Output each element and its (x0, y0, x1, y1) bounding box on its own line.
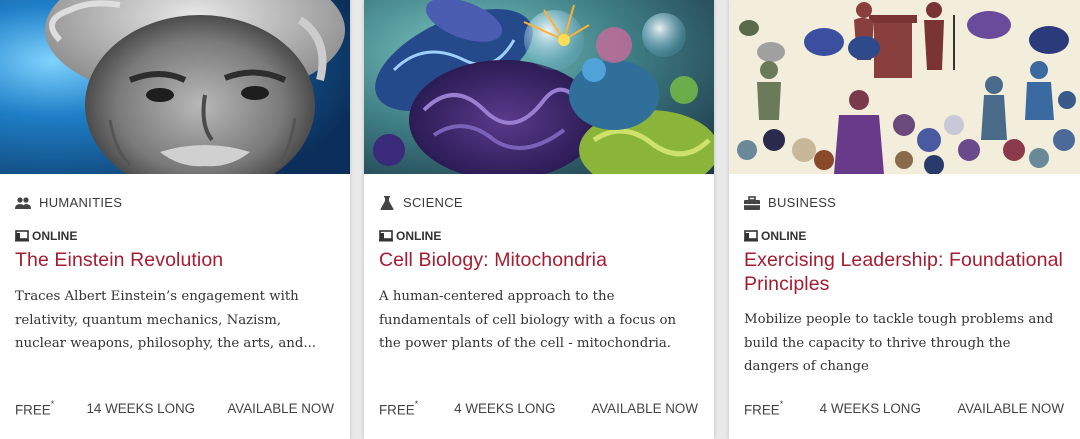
course-duration: 14 WEEKS LONG (86, 401, 196, 416)
course-format: ONLINE (15, 229, 77, 243)
group-icon (15, 196, 31, 210)
course-meta: FREE* 4 WEEKS LONG AVAILABLE NOW (744, 399, 1064, 418)
course-format: ONLINE (744, 229, 806, 243)
course-title[interactable]: Cell Biology: Mitochondria (379, 248, 702, 272)
course-image-leadership[interactable] (729, 0, 1080, 174)
course-price-label: FREE (744, 402, 780, 418)
course-duration: 4 WEEKS LONG (454, 401, 556, 416)
course-availability: AVAILABLE NOW (227, 401, 334, 416)
course-format-label: ONLINE (32, 229, 78, 243)
course-duration: 4 WEEKS LONG (819, 401, 921, 416)
course-subject: SCIENCE (379, 195, 463, 210)
course-format: ONLINE (379, 229, 441, 243)
course-subject: HUMANITIES (15, 195, 122, 210)
course-subject-label: HUMANITIES (39, 195, 123, 210)
course-format-label: ONLINE (396, 229, 442, 243)
price-footnote-marker: * (779, 399, 784, 409)
course-meta: FREE* 4 WEEKS LONG AVAILABLE NOW (379, 399, 698, 418)
course-format-label: ONLINE (761, 229, 807, 243)
course-price: FREE* (744, 399, 784, 418)
online-course-icon (15, 230, 29, 242)
course-price-label: FREE (15, 402, 51, 418)
course-subject-label: SCIENCE (403, 195, 463, 210)
course-price-label: FREE (379, 402, 415, 418)
course-description: A human-centered approach to the fundame… (379, 289, 677, 351)
price-footnote-marker: * (414, 399, 419, 409)
course-description: Mobilize people to tackle tough problems… (744, 312, 1054, 374)
course-image-einstein[interactable] (0, 0, 350, 174)
course-card-mitochondria[interactable]: SCIENCE ONLINE Cell Biology: Mitochondri… (364, 0, 714, 439)
price-footnote-marker: * (50, 399, 55, 409)
briefcase-icon (744, 195, 760, 210)
course-title[interactable]: Exercising Leadership: Foundational Prin… (744, 248, 1068, 296)
online-course-icon (379, 230, 393, 242)
course-image-mitochondria[interactable] (364, 0, 714, 174)
flask-icon (379, 195, 395, 210)
course-availability: AVAILABLE NOW (591, 401, 698, 416)
course-availability: AVAILABLE NOW (957, 401, 1064, 416)
course-description: Traces Albert Einstein’s engagement with… (15, 289, 317, 351)
online-course-icon (744, 230, 758, 242)
course-meta: FREE* 14 WEEKS LONG AVAILABLE NOW (15, 399, 334, 418)
course-price: FREE* (15, 399, 55, 418)
course-card-leadership[interactable]: BUSINESS ONLINE Exercising Leadership: F… (729, 0, 1080, 439)
course-subject-label: BUSINESS (768, 195, 837, 210)
course-card-einstein[interactable]: HUMANITIES ONLINE The Einstein Revolutio… (0, 0, 350, 439)
course-price: FREE* (379, 399, 419, 418)
course-title[interactable]: The Einstein Revolution (15, 248, 338, 272)
course-subject: BUSINESS (744, 195, 836, 210)
